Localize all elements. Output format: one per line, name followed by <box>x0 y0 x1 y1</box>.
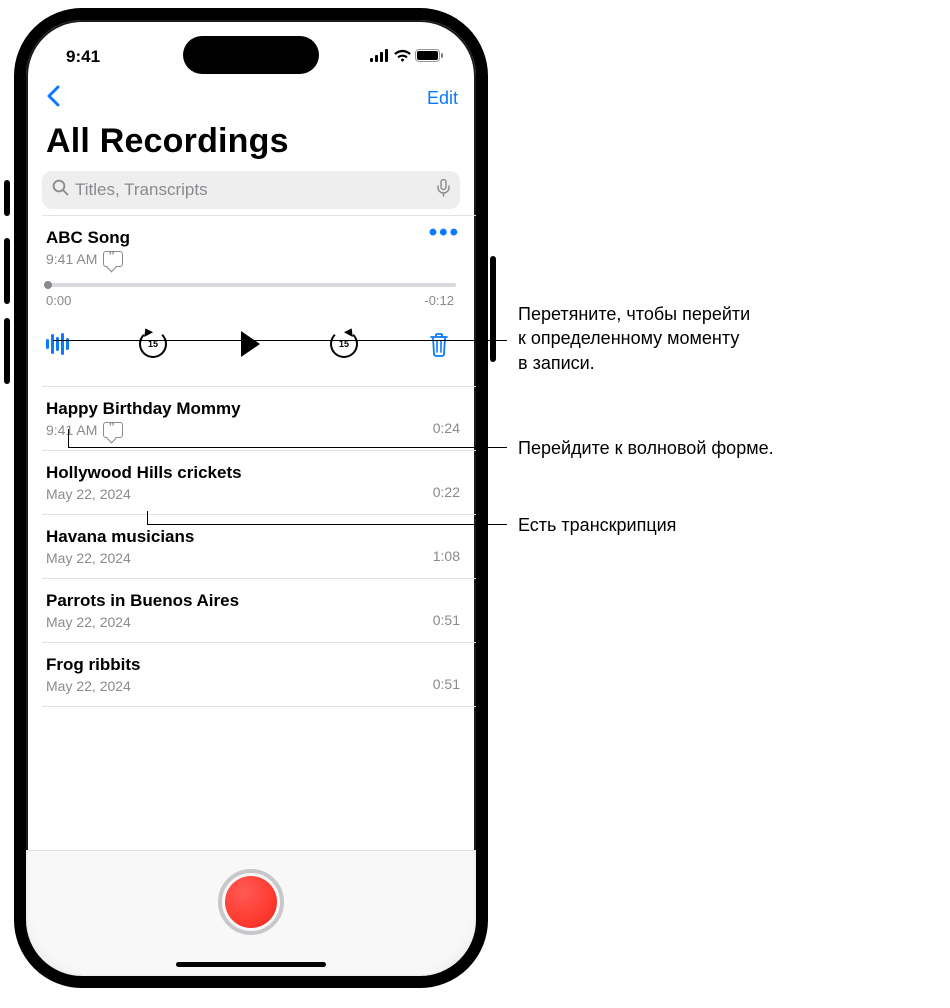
delete-button[interactable] <box>428 331 450 357</box>
playback-scrubber[interactable] <box>46 283 456 287</box>
search-icon <box>52 179 69 201</box>
callout-text: Есть транскрипция <box>518 513 818 537</box>
recording-title: Parrots in Buenos Aires <box>46 591 239 611</box>
recording-title: ABC Song <box>46 228 130 248</box>
skip-back-15-button[interactable]: 15 <box>139 330 167 358</box>
recording-duration: 0:22 <box>433 484 460 500</box>
dynamic-island <box>183 36 319 74</box>
remaining-time: -0:12 <box>424 293 454 308</box>
recording-item[interactable]: Frog ribbits May 22, 2024 0:51 <box>42 642 476 706</box>
recording-title: Happy Birthday Mommy <box>46 399 241 419</box>
recording-item-partial[interactable] <box>42 706 476 731</box>
phone-frame: 9:41 Edit All Recordings <box>14 8 488 988</box>
callout-text: Перетяните, чтобы перейти к определенном… <box>518 302 818 375</box>
recording-title: Frog ribbits <box>46 655 140 675</box>
recording-item[interactable]: Parrots in Buenos Aires May 22, 2024 0:5… <box>42 578 476 642</box>
dictation-icon[interactable] <box>437 179 450 202</box>
recording-subtitle: May 22, 2024 <box>46 614 131 630</box>
callout-leader <box>147 524 507 525</box>
recording-item[interactable]: Hollywood Hills crickets May 22, 2024 0:… <box>42 450 476 514</box>
recording-subtitle: May 22, 2024 <box>46 486 131 502</box>
callout-leader <box>53 340 507 341</box>
recording-duration: 0:51 <box>433 676 460 692</box>
recording-title: Havana musicians <box>46 527 194 547</box>
recordings-list: ABC Song 9:41 AM ••• 0:00 -0:12 <box>26 215 476 851</box>
recording-subtitle: May 22, 2024 <box>46 550 131 566</box>
play-button[interactable] <box>241 331 260 357</box>
edit-button[interactable]: Edit <box>427 88 458 109</box>
scrubber-knob[interactable] <box>44 281 52 289</box>
waveform-button[interactable] <box>46 333 69 355</box>
search-field[interactable]: Titles, Transcripts <box>42 171 460 209</box>
more-button[interactable]: ••• <box>429 228 460 242</box>
battery-icon <box>415 47 444 67</box>
back-button[interactable] <box>38 83 68 114</box>
cellular-icon <box>370 47 390 67</box>
recording-duration: 0:24 <box>433 420 460 436</box>
elapsed-time: 0:00 <box>46 293 71 308</box>
skip-forward-15-button[interactable]: 15 <box>330 330 358 358</box>
recording-title: Hollywood Hills crickets <box>46 463 242 483</box>
status-time: 9:41 <box>66 47 100 67</box>
transcript-icon[interactable] <box>103 422 123 438</box>
callout-leader <box>68 429 69 447</box>
wifi-icon <box>393 47 412 67</box>
recording-duration: 0:51 <box>433 612 460 628</box>
recording-expanded[interactable]: ABC Song 9:41 AM ••• 0:00 -0:12 <box>42 215 476 386</box>
record-dot-icon <box>225 876 277 928</box>
recording-duration: 1:08 <box>433 548 460 564</box>
callout-leader <box>68 447 507 448</box>
recording-subtitle: 9:41 AM <box>46 251 97 267</box>
record-bar <box>26 850 476 976</box>
search-placeholder: Titles, Transcripts <box>75 180 431 200</box>
callout-text: Перейдите к волновой форме. <box>518 436 938 460</box>
recording-item[interactable]: Happy Birthday Mommy 9:41 AM 0:24 <box>42 386 476 450</box>
recording-subtitle: May 22, 2024 <box>46 678 131 694</box>
record-button[interactable] <box>218 869 284 935</box>
transcript-icon[interactable] <box>103 251 123 267</box>
recording-subtitle: 9:41 AM <box>46 422 97 438</box>
callout-leader <box>147 511 148 524</box>
page-title: All Recordings <box>26 114 476 169</box>
home-indicator[interactable] <box>176 962 326 967</box>
nav-bar: Edit <box>26 76 476 114</box>
